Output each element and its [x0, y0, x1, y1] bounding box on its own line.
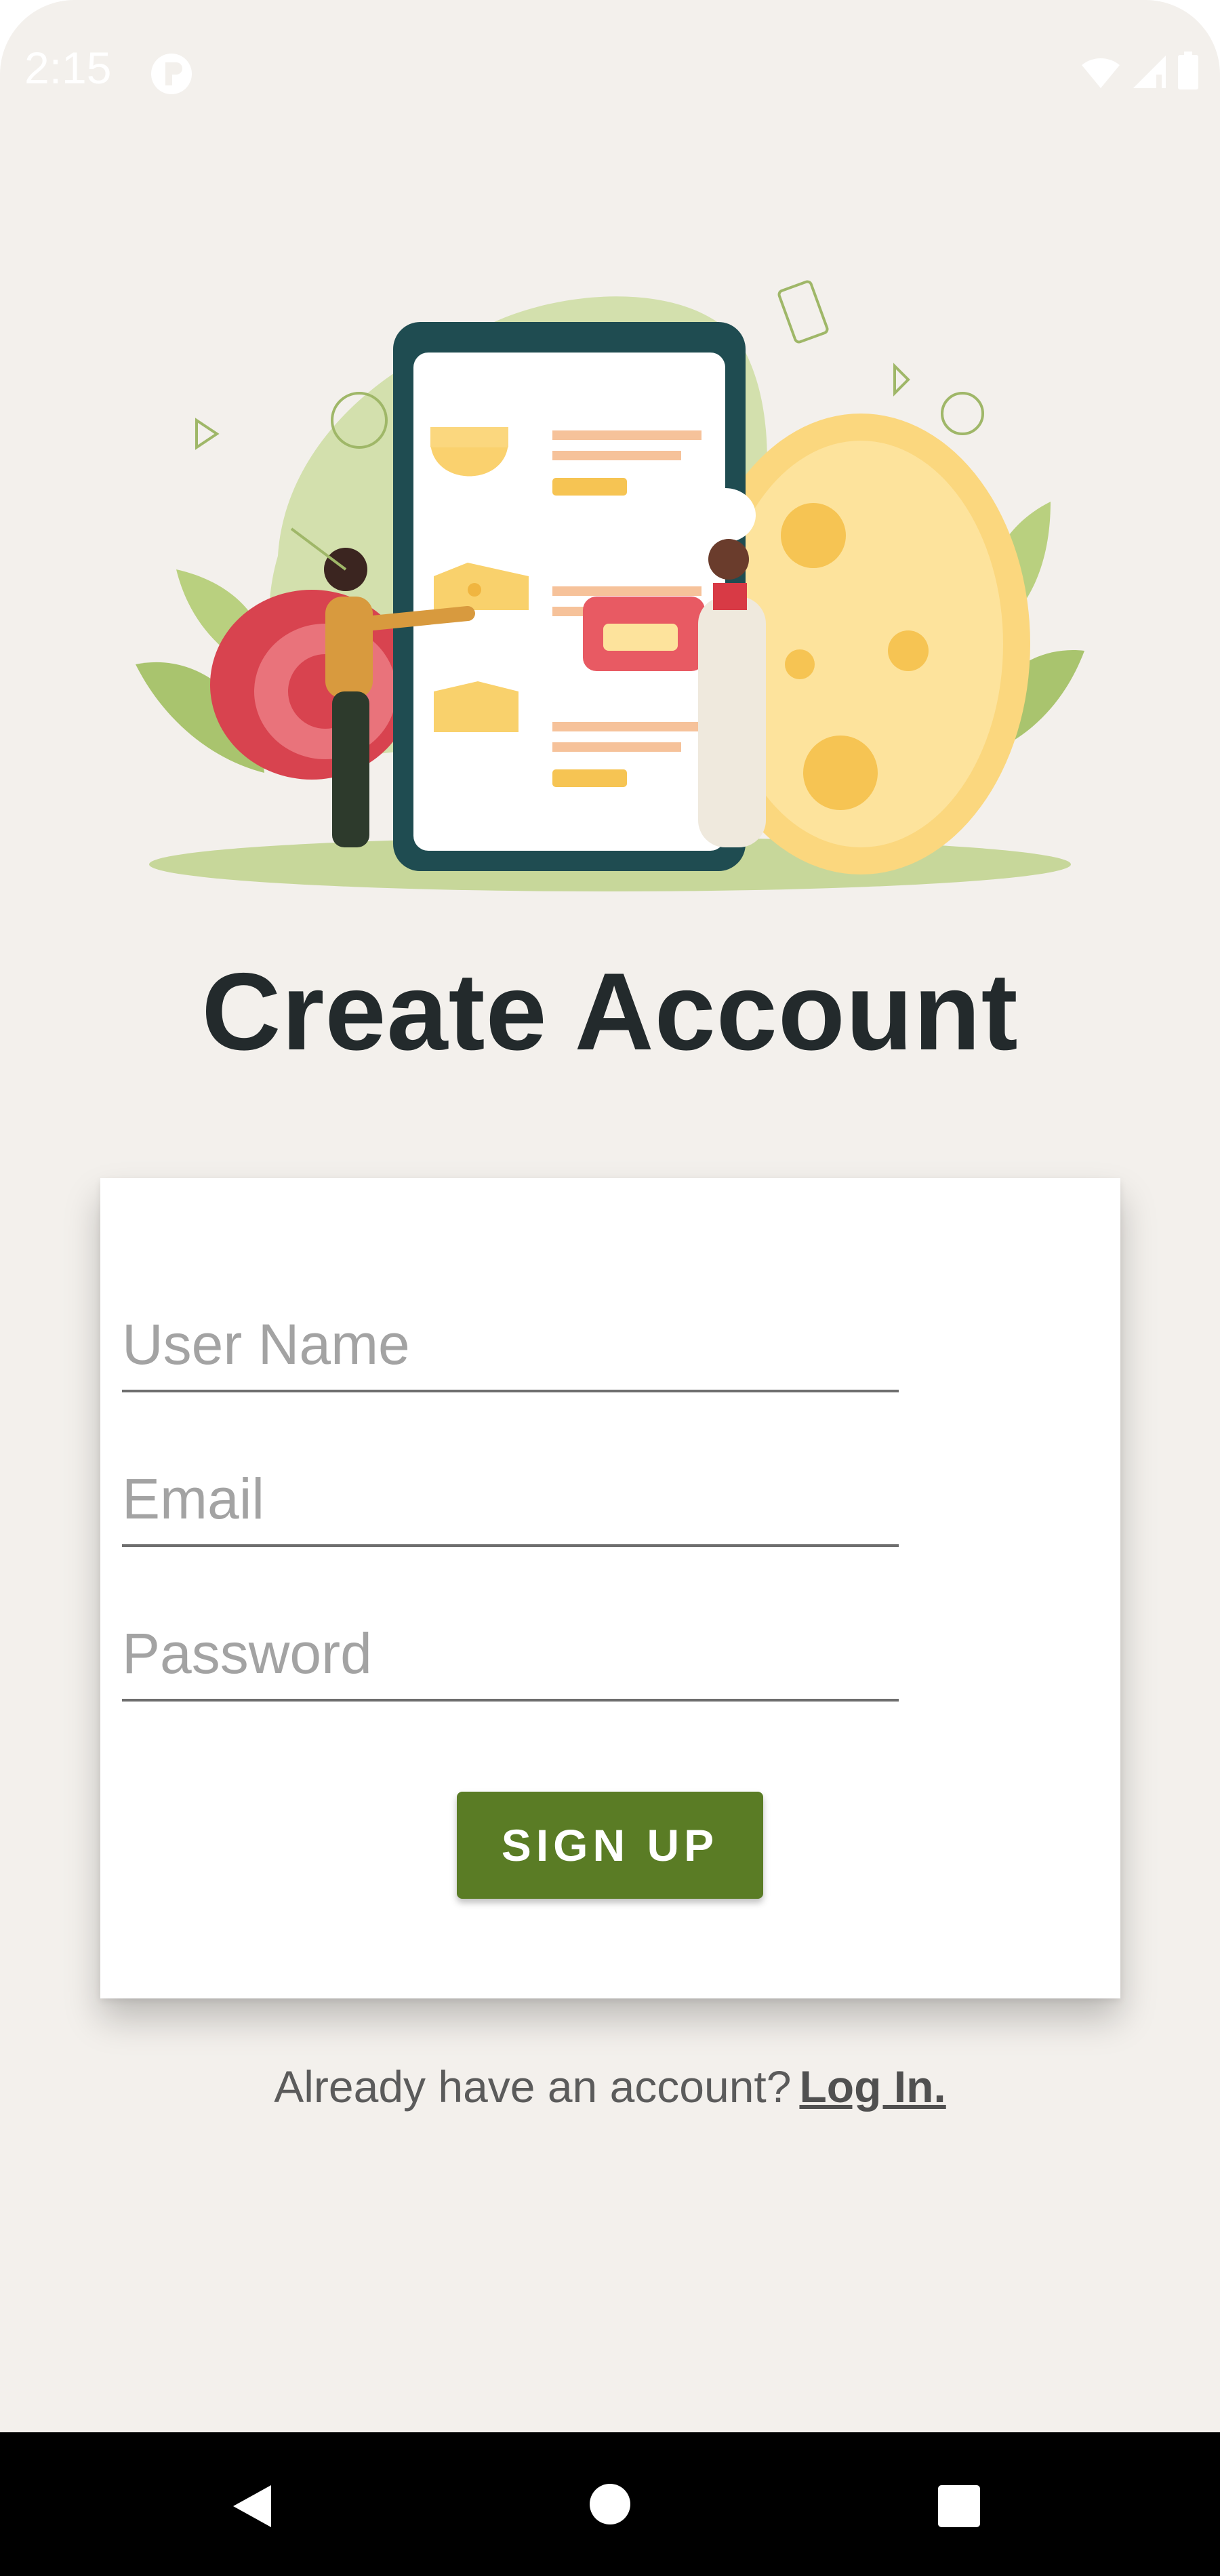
battery-icon: [1178, 52, 1198, 93]
password-field[interactable]: [122, 1604, 899, 1702]
status-time: 2:15: [24, 43, 112, 93]
username-field[interactable]: [122, 1295, 899, 1392]
signup-button[interactable]: SIGN UP: [457, 1792, 763, 1899]
signup-screen: 2:15 Create Account User Name Email SIGN…: [0, 0, 1220, 2576]
username-input[interactable]: [122, 1312, 899, 1377]
signal-icon: [1132, 54, 1167, 93]
page-title: Create Account: [201, 950, 1019, 1073]
password-input[interactable]: [122, 1621, 899, 1687]
status-icons: [1080, 52, 1198, 93]
login-link[interactable]: Log In.: [799, 2061, 946, 2112]
back-icon[interactable]: [230, 2482, 274, 2533]
login-prompt: Already have an account? Log In.: [0, 2061, 1220, 2112]
home-icon[interactable]: [588, 2482, 632, 2529]
email-field[interactable]: [122, 1449, 899, 1547]
email-input[interactable]: [122, 1466, 899, 1532]
navigation-bar: [0, 2432, 1220, 2576]
login-prompt-text: Already have an account?: [274, 2061, 792, 2112]
cheese-shop-illustration: [122, 244, 1112, 915]
recents-icon[interactable]: [938, 2485, 980, 2531]
wifi-icon: [1080, 56, 1121, 93]
app-notification-icon: [150, 53, 192, 98]
